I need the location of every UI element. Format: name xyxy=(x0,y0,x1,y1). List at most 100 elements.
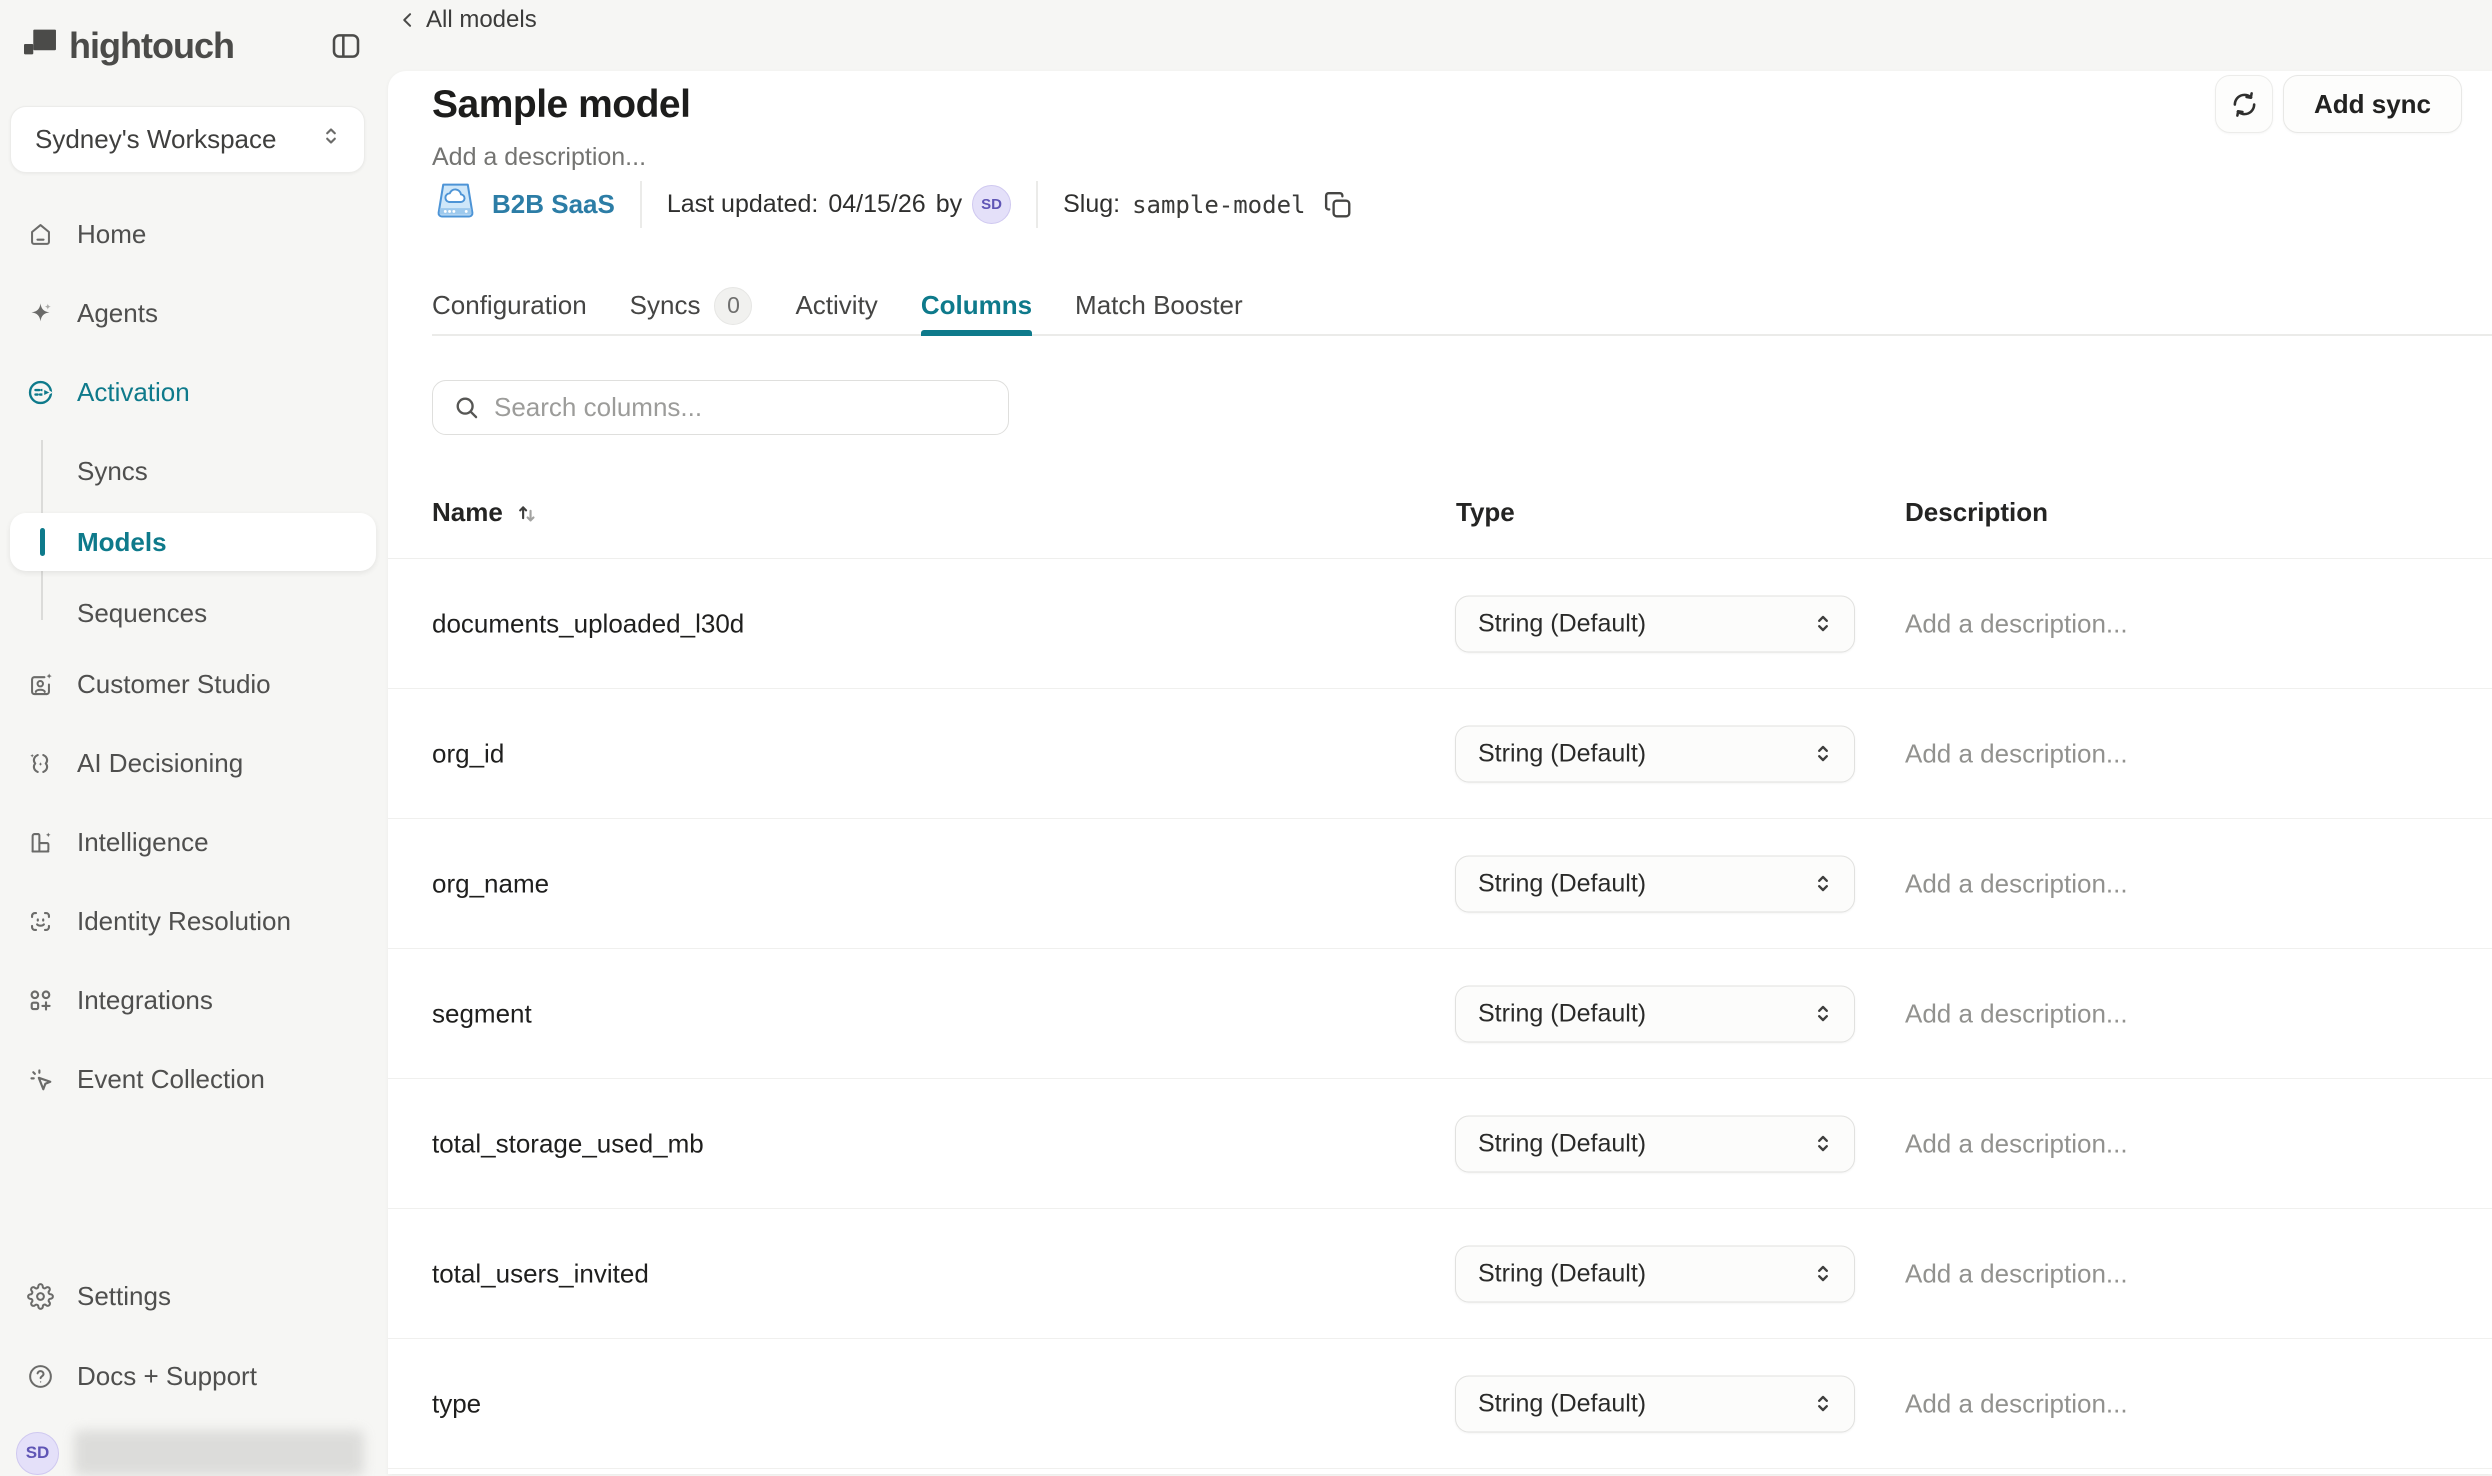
sidebar-item-docs-support[interactable]: Docs + Support xyxy=(10,1347,376,1405)
table-row: total_storage_used_mb String (Default) A… xyxy=(388,1079,2492,1209)
chevron-updown-icon xyxy=(1810,611,1836,637)
customer-studio-icon xyxy=(27,671,54,698)
sidebar-item-sequences[interactable]: Sequences xyxy=(10,584,376,642)
source-link[interactable]: B2B SaaS xyxy=(492,189,615,220)
tab-bar: Configuration Syncs 0 Activity Columns M… xyxy=(432,277,2492,336)
syncs-count-badge: 0 xyxy=(714,287,752,325)
page-title: Sample model xyxy=(432,83,690,127)
column-description-placeholder[interactable]: Add a description... xyxy=(1905,868,2128,899)
column-type-value: String (Default) xyxy=(1478,1129,1646,1158)
sidebar-item-label: Agents xyxy=(77,298,158,329)
table-row: org_name String (Default) Add a descript… xyxy=(388,819,2492,949)
column-description-placeholder[interactable]: Add a description... xyxy=(1905,1128,2128,1159)
user-menu[interactable]: SD xyxy=(16,1430,364,1476)
add-sync-button[interactable]: Add sync xyxy=(2283,75,2462,133)
model-meta-row: B2B SaaS Last updated: 04/15/26 by SD Sl… xyxy=(432,181,1355,228)
tab-configuration[interactable]: Configuration xyxy=(432,277,587,334)
hightouch-logo-icon xyxy=(24,29,57,64)
column-type-select[interactable]: String (Default) xyxy=(1455,1115,1855,1172)
sidebar-item-models[interactable]: Models xyxy=(10,513,376,571)
column-name: org_name xyxy=(432,868,549,899)
avatar[interactable]: SD xyxy=(16,1432,59,1475)
copy-slug-button[interactable] xyxy=(1321,188,1355,222)
sidebar-item-event-collection[interactable]: Event Collection xyxy=(10,1050,376,1108)
by-label: by xyxy=(936,190,962,219)
sidebar-item-label: Docs + Support xyxy=(77,1361,257,1392)
description-placeholder[interactable]: Add a description... xyxy=(432,143,646,172)
column-type-value: String (Default) xyxy=(1478,869,1646,898)
copy-icon xyxy=(1323,190,1353,220)
sidebar-item-label: AI Decisioning xyxy=(77,748,243,779)
table-row: total_users_invited String (Default) Add… xyxy=(388,1209,2492,1339)
slug-label: Slug: xyxy=(1063,190,1120,219)
ai-decisioning-icon xyxy=(27,750,54,777)
column-type-value: String (Default) xyxy=(1478,609,1646,638)
column-header-description: Description xyxy=(1905,497,2048,528)
tab-columns[interactable]: Columns xyxy=(921,277,1032,334)
column-type-value: String (Default) xyxy=(1478,1389,1646,1418)
sidebar-item-identity-resolution[interactable]: Identity Resolution xyxy=(10,892,376,950)
updated-by-avatar[interactable]: SD xyxy=(972,185,1011,224)
column-type-select[interactable]: String (Default) xyxy=(1455,1375,1855,1432)
chevron-updown-icon xyxy=(1810,1001,1836,1027)
column-description-placeholder[interactable]: Add a description... xyxy=(1905,998,2128,1029)
model-detail-card: Add sync Sample model Add a description.… xyxy=(388,71,2492,1474)
column-type-select[interactable]: String (Default) xyxy=(1455,595,1855,652)
sidebar-item-syncs[interactable]: Syncs xyxy=(10,442,376,500)
sidebar-item-intelligence[interactable]: Intelligence xyxy=(10,813,376,871)
refresh-button[interactable] xyxy=(2215,75,2273,133)
divider xyxy=(640,181,642,228)
sidebar-item-ai-decisioning[interactable]: AI Decisioning xyxy=(10,734,376,792)
sort-icon[interactable] xyxy=(513,499,540,526)
column-description-placeholder[interactable]: Add a description... xyxy=(1905,608,2128,639)
sidebar-item-label: Intelligence xyxy=(77,827,209,858)
tab-activity[interactable]: Activity xyxy=(795,277,877,334)
sidebar-item-activation[interactable]: Activation xyxy=(10,363,376,421)
table-row: segment String (Default) Add a descripti… xyxy=(388,949,2492,1079)
column-type-select[interactable]: String (Default) xyxy=(1455,855,1855,912)
column-description-placeholder[interactable]: Add a description... xyxy=(1905,1388,2128,1419)
column-type-select[interactable]: String (Default) xyxy=(1455,1245,1855,1302)
app-root: hightouch Sydney's Workspace Home xyxy=(0,0,2492,1474)
sidebar-collapse-icon[interactable] xyxy=(326,26,366,66)
identity-resolution-icon xyxy=(27,908,54,935)
chevron-left-icon xyxy=(398,10,418,30)
refresh-icon xyxy=(2230,90,2259,119)
sidebar: hightouch Sydney's Workspace Home xyxy=(0,0,388,1474)
tab-label: Columns xyxy=(921,290,1032,321)
column-type-select[interactable]: String (Default) xyxy=(1455,725,1855,782)
sidebar-item-home[interactable]: Home xyxy=(10,205,376,263)
chevron-updown-icon xyxy=(1810,871,1836,897)
intelligence-icon xyxy=(27,829,54,856)
tab-label: Activity xyxy=(795,290,877,321)
user-name-redacted xyxy=(74,1430,364,1476)
breadcrumb[interactable]: All models xyxy=(398,3,537,37)
table-row: documents_uploaded_l30d String (Default)… xyxy=(388,559,2492,689)
sidebar-item-agents[interactable]: Agents xyxy=(10,284,376,342)
home-icon xyxy=(27,221,54,248)
tab-match-booster[interactable]: Match Booster xyxy=(1075,277,1243,334)
tab-syncs[interactable]: Syncs 0 xyxy=(630,277,753,334)
sidebar-item-label: Event Collection xyxy=(77,1064,265,1095)
sidebar-item-label: Syncs xyxy=(77,456,148,487)
last-updated-label: Last updated: xyxy=(667,190,819,219)
activation-icon xyxy=(27,379,54,406)
column-description-placeholder[interactable]: Add a description... xyxy=(1905,738,2128,769)
column-name: documents_uploaded_l30d xyxy=(432,608,744,639)
sidebar-nav: Home Agents Activation Syncs Models xyxy=(0,205,388,1129)
workspace-selector[interactable]: Sydney's Workspace xyxy=(10,106,365,173)
sidebar-item-integrations[interactable]: Integrations xyxy=(10,971,376,1029)
chevron-updown-icon xyxy=(1810,1131,1836,1157)
search-box[interactable] xyxy=(432,380,1009,435)
logo-text: hightouch xyxy=(69,25,234,67)
event-collection-icon xyxy=(27,1066,54,1093)
column-name: segment xyxy=(432,998,532,1029)
sidebar-item-settings[interactable]: Settings xyxy=(10,1267,376,1325)
search-icon xyxy=(453,394,480,421)
sidebar-item-customer-studio[interactable]: Customer Studio xyxy=(10,655,376,713)
sidebar-item-label: Sequences xyxy=(77,598,207,629)
column-description-placeholder[interactable]: Add a description... xyxy=(1905,1258,2128,1289)
sidebar-item-label: Identity Resolution xyxy=(77,906,291,937)
search-input[interactable] xyxy=(494,392,988,423)
column-type-select[interactable]: String (Default) xyxy=(1455,985,1855,1042)
